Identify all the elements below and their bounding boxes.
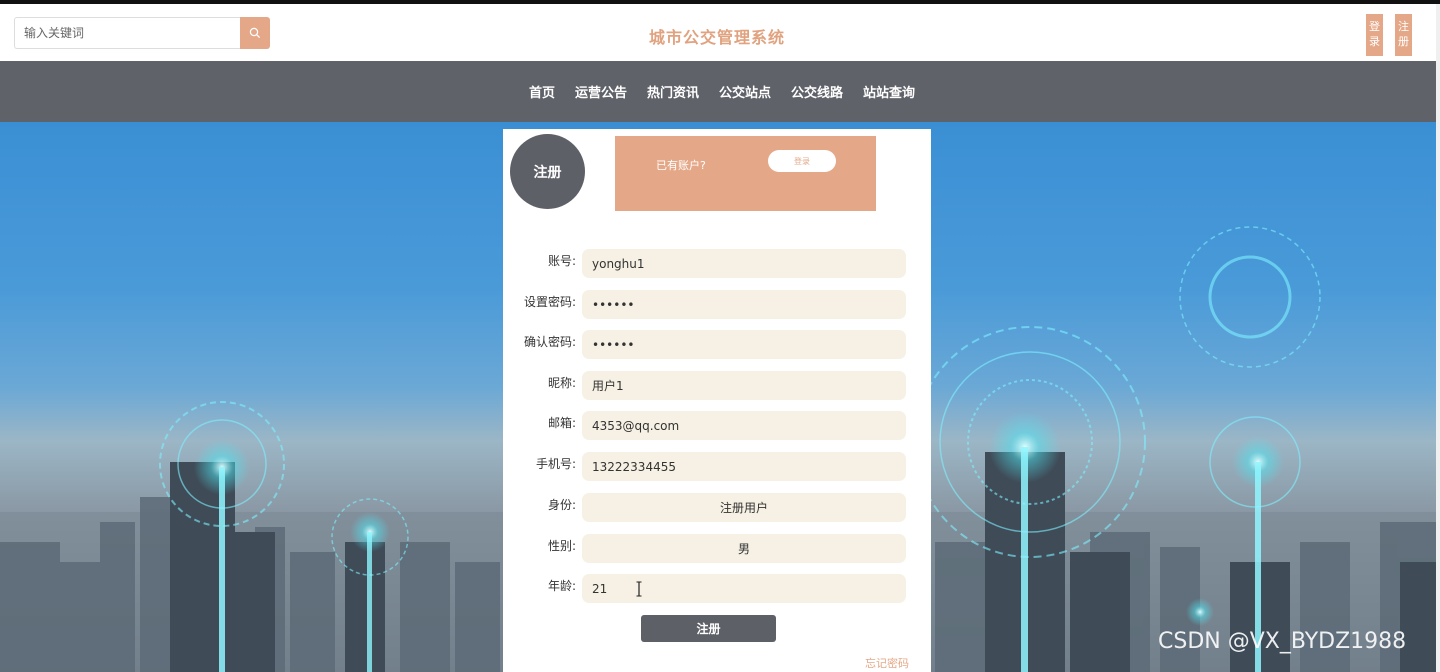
phone-label: 手机号: (535, 457, 576, 471)
register-button[interactable]: 注册 (1395, 14, 1412, 56)
gender-select[interactable]: 男 (582, 534, 906, 563)
email-label: 邮箱: (547, 416, 576, 430)
nav-bus-stops[interactable]: 公交站点 (719, 82, 771, 101)
field-row-email: 邮箱: 4353@qq.com (503, 411, 931, 440)
nav-stop-query[interactable]: 站站查询 (863, 82, 915, 101)
has-account-text: 已有账户? (656, 159, 706, 172)
password-input[interactable]: •••••• (582, 290, 906, 319)
login-button[interactable]: 登录 (1366, 14, 1383, 56)
field-row-account: 账号: yonghu1 (503, 249, 931, 278)
register-panel: 注册 已有账户? 登录 账号: yonghu1 设置密码: •••••• 确认密… (503, 129, 931, 672)
register-title-badge: 注册 (510, 134, 585, 209)
account-input[interactable]: yonghu1 (582, 249, 906, 278)
has-account-box: 已有账户? 登录 (615, 136, 876, 211)
forgot-password-link[interactable]: 忘记密码 (865, 655, 909, 671)
phone-input[interactable]: 13222334455 (582, 452, 906, 481)
main-nav: 首页 运营公告 热门资讯 公交站点 公交线路 站站查询 (0, 61, 1440, 122)
age-input[interactable]: 21 (582, 574, 906, 603)
site-title: 城市公交管理系统 (648, 28, 785, 47)
role-label: 身份: (547, 498, 576, 512)
field-row-phone: 手机号: 13222334455 (503, 452, 931, 481)
watermark-text: CSDN @VX_BYDZ1988 (1158, 629, 1407, 654)
scrollbar[interactable] (1436, 4, 1440, 672)
field-row-role: 身份: 注册用户 (503, 493, 931, 522)
nickname-label: 昵称: (547, 376, 576, 390)
email-input[interactable]: 4353@qq.com (582, 411, 906, 440)
field-row-nickname: 昵称: 用户1 (503, 371, 931, 400)
gender-label: 性别: (547, 539, 576, 553)
field-row-gender: 性别: 男 (503, 534, 931, 563)
top-header: 城市公交管理系统 登录 注册 (0, 0, 1440, 61)
nickname-input[interactable]: 用户1 (582, 371, 906, 400)
role-select[interactable]: 注册用户 (582, 493, 906, 522)
confirm-password-label: 确认密码: (523, 335, 576, 349)
age-label: 年龄: (547, 579, 576, 593)
confirm-password-input[interactable]: •••••• (582, 330, 906, 359)
text-cursor-icon (636, 581, 642, 597)
nav-bus-routes[interactable]: 公交线路 (791, 82, 843, 101)
field-row-confirm-password: 确认密码: •••••• (503, 330, 931, 359)
switch-to-login-button[interactable]: 登录 (768, 150, 836, 172)
field-row-password: 设置密码: •••••• (503, 290, 931, 319)
submit-register-button[interactable]: 注册 (641, 615, 776, 642)
nav-announcements[interactable]: 运营公告 (575, 82, 627, 101)
password-label: 设置密码: (523, 295, 576, 309)
nav-news[interactable]: 热门资讯 (647, 82, 699, 101)
field-row-age: 年龄: 21 (503, 574, 931, 603)
nav-home[interactable]: 首页 (529, 82, 555, 101)
account-label: 账号: (547, 254, 576, 268)
